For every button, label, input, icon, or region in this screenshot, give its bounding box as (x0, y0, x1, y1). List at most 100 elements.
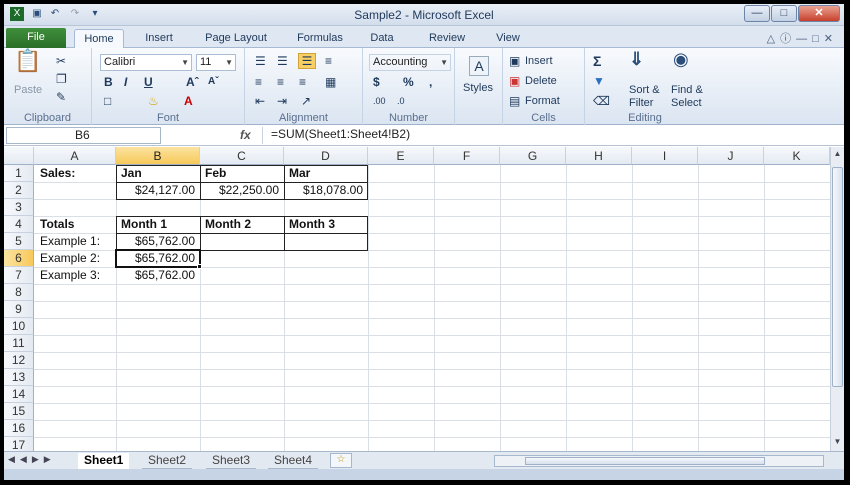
find-select-icon[interactable]: ◉ (673, 50, 689, 68)
worksheet-grid[interactable]: A B C D E F G H I J K 1 2 3 4 5 6 7 8 9 … (4, 147, 844, 451)
format-button[interactable]: Format (525, 95, 560, 107)
cut-icon[interactable]: ✂ (56, 54, 66, 68)
decrease-decimal-icon[interactable]: .0 (397, 94, 405, 108)
cell-b5[interactable]: $65,762.00 (116, 233, 198, 250)
insert-button[interactable]: Insert (525, 55, 553, 67)
row-header-2[interactable]: 2 (4, 182, 34, 199)
column-header-h[interactable]: H (566, 147, 632, 165)
tab-data[interactable]: Data (362, 29, 402, 48)
select-label[interactable]: Select (671, 97, 702, 109)
shrink-font-icon[interactable]: Aˇ (208, 75, 219, 89)
name-box[interactable]: B6 (6, 127, 161, 144)
cell-a4[interactable]: Totals (37, 216, 77, 233)
insert-cells-icon[interactable]: ▣ (509, 54, 520, 68)
decrease-indent-icon[interactable]: ⇤ (255, 94, 265, 108)
font-name-combo[interactable]: Calibri ▼ (100, 54, 192, 71)
row-header-8[interactable]: 8 (4, 284, 34, 301)
format-cells-icon[interactable]: ▤ (509, 94, 520, 108)
accounting-format-icon[interactable]: $ (373, 75, 380, 89)
font-color-icon[interactable]: A (184, 94, 193, 108)
cell-b2[interactable]: $24,127.00 (116, 182, 198, 199)
underline-icon[interactable]: U (144, 75, 153, 89)
row-header-7[interactable]: 7 (4, 267, 34, 284)
row-header-3[interactable]: 3 (4, 199, 34, 216)
borders-icon[interactable]: □ (104, 94, 111, 108)
row-header-4[interactable]: 4 (4, 216, 34, 233)
tab-home[interactable]: Home (74, 29, 124, 48)
tab-file[interactable]: File (6, 28, 66, 48)
scroll-down-icon[interactable]: ▼ (832, 437, 843, 449)
cell-d4[interactable]: Month 3 (286, 216, 338, 233)
cell-d2[interactable]: $18,078.00 (284, 182, 366, 199)
sheet-navigation-icons[interactable]: ◀◀▶▶ (8, 454, 56, 465)
formula-input[interactable]: =SUM(Sheet1:Sheet4!B2) (262, 127, 832, 144)
sheet-tab-sheet4[interactable]: Sheet4 (268, 453, 319, 469)
row-header-9[interactable]: 9 (4, 301, 34, 318)
align-top-icon[interactable]: ☰ (255, 54, 266, 68)
column-header-d[interactable]: D (284, 147, 368, 165)
maximize-button[interactable]: □ (771, 5, 797, 22)
column-header-i[interactable]: I (632, 147, 698, 165)
column-header-j[interactable]: J (698, 147, 764, 165)
fill-icon[interactable]: ▼ (593, 74, 605, 88)
cell-a6[interactable]: Example 2: (37, 250, 103, 267)
increase-indent-icon[interactable]: ⇥ (277, 94, 287, 108)
copy-icon[interactable]: ❐ (56, 72, 67, 86)
horizontal-scrollbar[interactable] (494, 455, 824, 467)
column-header-a[interactable]: A (34, 147, 116, 165)
row-header-14[interactable]: 14 (4, 386, 34, 403)
italic-icon[interactable]: I (124, 75, 127, 89)
column-header-g[interactable]: G (500, 147, 566, 165)
column-header-k[interactable]: K (764, 147, 830, 165)
cell-d1[interactable]: Mar (286, 165, 313, 182)
find-label[interactable]: Find & (671, 84, 703, 96)
cell-a1[interactable]: Sales: (37, 165, 78, 182)
paste-button[interactable]: Paste (14, 84, 42, 96)
align-center-icon[interactable]: ≡ (277, 75, 284, 89)
font-size-combo[interactable]: 11 ▼ (196, 54, 236, 71)
sort-label[interactable]: Sort & (629, 84, 660, 96)
vertical-scrollbar[interactable]: ▲ ▼ (830, 147, 844, 451)
row-header-17[interactable]: 17 (4, 437, 34, 451)
row-header-11[interactable]: 11 (4, 335, 34, 352)
grow-font-icon[interactable]: Aˆ (186, 75, 199, 89)
row-header-5[interactable]: 5 (4, 233, 34, 250)
cell-c2[interactable]: $22,250.00 (200, 182, 282, 199)
styles-button[interactable]: Styles (463, 82, 493, 94)
tab-review[interactable]: Review (422, 29, 472, 48)
horizontal-scroll-thumb[interactable] (525, 457, 765, 465)
cell-c1[interactable]: Feb (202, 165, 229, 182)
orientation-icon[interactable]: ↗ (301, 94, 311, 108)
scroll-up-icon[interactable]: ▲ (832, 149, 843, 161)
number-format-combo[interactable]: Accounting ▼ (369, 54, 451, 71)
row-header-15[interactable]: 15 (4, 403, 34, 420)
row-header-16[interactable]: 16 (4, 420, 34, 437)
sheet-tab-sheet1[interactable]: Sheet1 (78, 453, 130, 469)
comma-style-icon[interactable]: , (429, 75, 432, 89)
delete-button[interactable]: Delete (525, 75, 557, 87)
align-left-icon[interactable]: ≡ (255, 75, 262, 89)
fill-handle[interactable] (197, 264, 202, 269)
align-middle-icon[interactable]: ☰ (277, 54, 288, 68)
column-header-b[interactable]: B (116, 147, 200, 165)
column-header-c[interactable]: C (200, 147, 284, 165)
paste-icon[interactable]: 📋 (14, 50, 42, 80)
autosum-icon[interactable]: Σ (593, 54, 601, 68)
align-right-icon[interactable]: ≡ (299, 75, 306, 89)
clear-icon[interactable]: ⌫ (593, 94, 610, 108)
scroll-thumb[interactable] (832, 167, 843, 387)
cell-a5[interactable]: Example 1: (37, 233, 103, 250)
bold-icon[interactable]: B (104, 75, 113, 89)
column-header-e[interactable]: E (368, 147, 434, 165)
sort-filter-icon[interactable]: ⇓ (629, 50, 644, 68)
cell-b1[interactable]: Jan (118, 165, 145, 182)
row-header-10[interactable]: 10 (4, 318, 34, 335)
delete-cells-icon[interactable]: ▣ (509, 74, 520, 88)
row-header-6[interactable]: 6 (4, 250, 34, 267)
fill-color-icon[interactable]: ♨ (148, 94, 159, 108)
row-header-1[interactable]: 1 (4, 165, 34, 182)
insert-sheet-icon[interactable]: ☆ (330, 453, 352, 468)
filter-label[interactable]: Filter (629, 97, 653, 109)
cell-c4[interactable]: Month 2 (202, 216, 254, 233)
tab-view[interactable]: View (488, 29, 528, 48)
